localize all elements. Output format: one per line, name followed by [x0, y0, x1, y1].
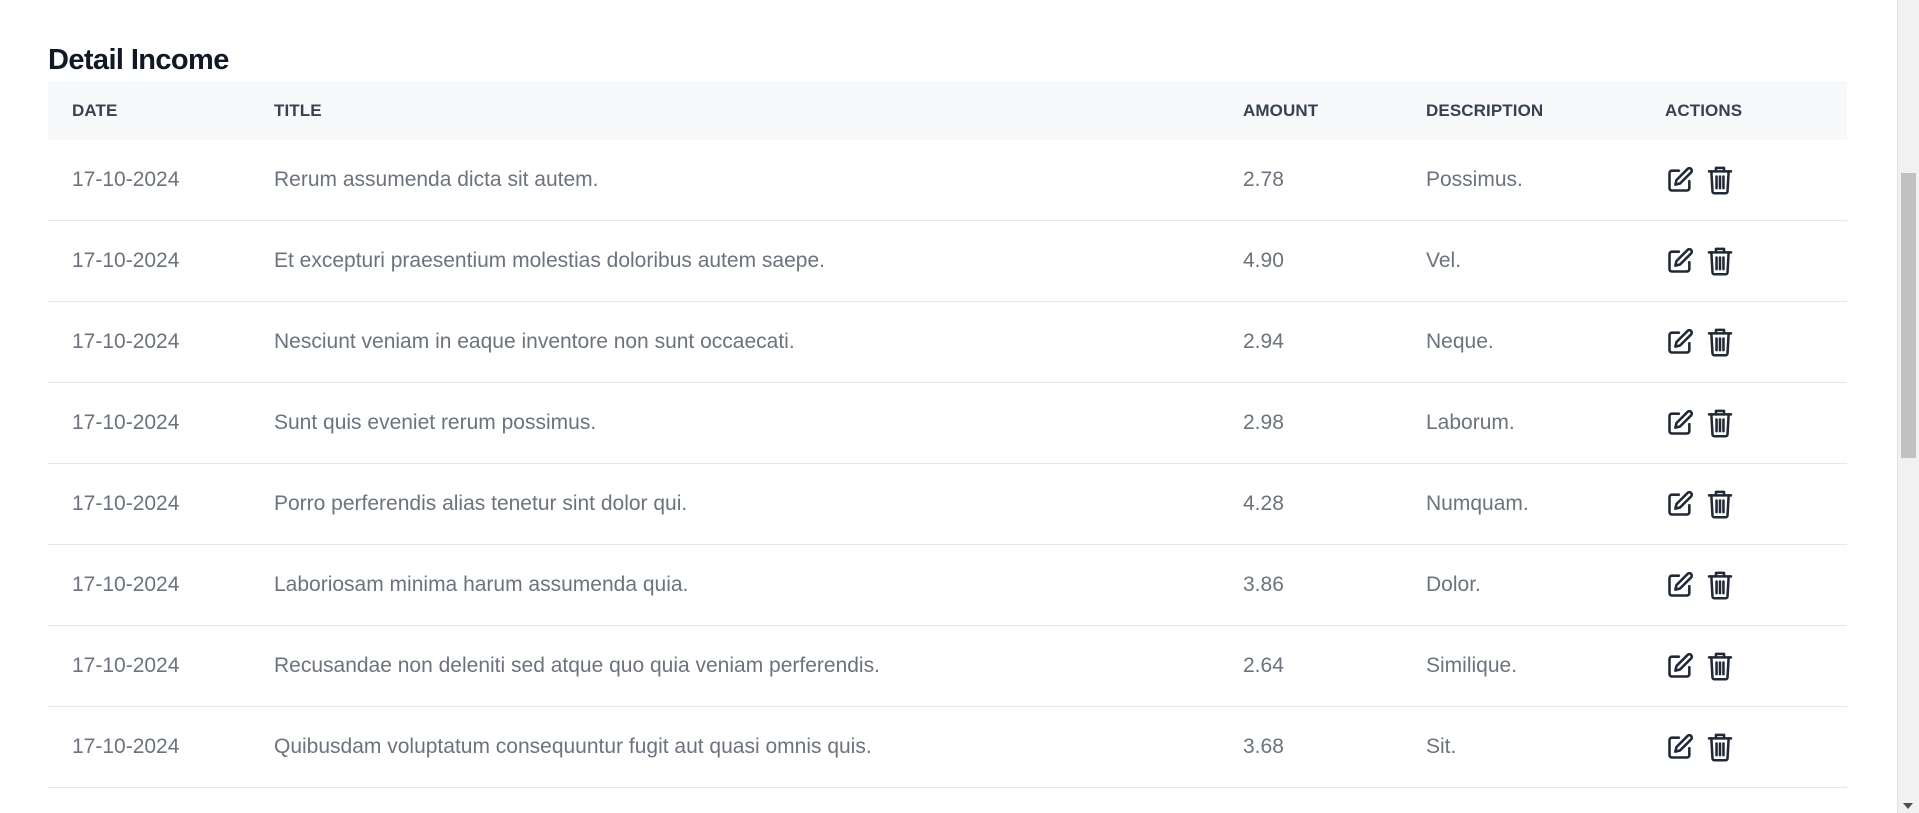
trash-icon[interactable]	[1705, 165, 1735, 195]
column-header-amount: AMOUNT	[1243, 100, 1319, 120]
table-row: 17-10-2024 Porro perferendis alias tenet…	[48, 464, 1847, 545]
table-header: DATE TITLE AMOUNT DESCRIPTION ACTIONS	[48, 81, 1847, 140]
row-actions	[1665, 570, 1847, 600]
row-actions	[1665, 651, 1847, 681]
cell-amount: 3.68	[1243, 735, 1284, 758]
edit-icon[interactable]	[1665, 165, 1695, 195]
vertical-scrollbar[interactable]	[1897, 0, 1919, 813]
edit-icon[interactable]	[1665, 570, 1695, 600]
cell-amount: 2.98	[1243, 411, 1284, 434]
cell-date: 17-10-2024	[72, 573, 180, 596]
cell-description: Numquam.	[1426, 492, 1529, 515]
cell-actions	[1665, 408, 1847, 438]
column-header-date: DATE	[72, 100, 118, 120]
edit-icon[interactable]	[1665, 327, 1695, 357]
cell-amount: 2.94	[1243, 330, 1284, 353]
main-content: Detail Income DATE TITLE AMOUNT DESCRIPT…	[0, 0, 1897, 813]
table-row: 17-10-2024 Quibusdam voluptatum consequu…	[48, 707, 1847, 788]
cell-amount: 4.90	[1243, 249, 1284, 272]
cell-description: Vel.	[1426, 249, 1462, 272]
cell-title: Porro perferendis alias tenetur sint dol…	[274, 492, 688, 515]
trash-icon[interactable]	[1705, 651, 1735, 681]
row-actions	[1665, 327, 1847, 357]
cell-actions	[1665, 651, 1847, 681]
trash-icon[interactable]	[1705, 327, 1735, 357]
cell-actions	[1665, 732, 1847, 762]
cell-description: Sit.	[1426, 735, 1457, 758]
cell-date: 17-10-2024	[72, 168, 180, 191]
cell-amount: 4.28	[1243, 492, 1284, 515]
page-title: Detail Income	[48, 44, 229, 76]
column-header-title: TITLE	[274, 100, 322, 120]
cell-amount: 3.86	[1243, 573, 1284, 596]
cell-title: Nesciunt veniam in eaque inventore non s…	[274, 330, 795, 353]
cell-date: 17-10-2024	[72, 249, 180, 272]
table-row: 17-10-2024 Et excepturi praesentium mole…	[48, 221, 1847, 302]
row-actions	[1665, 489, 1847, 519]
edit-icon[interactable]	[1665, 651, 1695, 681]
cell-actions	[1665, 489, 1847, 519]
table-row: 17-10-2024 Nesciunt veniam in eaque inve…	[48, 302, 1847, 383]
column-header-description: DESCRIPTION	[1426, 100, 1544, 120]
cell-description: Similique.	[1426, 654, 1518, 677]
cell-description: Laborum.	[1426, 411, 1515, 434]
cell-amount: 2.64	[1243, 654, 1284, 677]
table-row: 17-10-2024 Recusandae non deleniti sed a…	[48, 626, 1847, 707]
cell-title: Sunt quis eveniet rerum possimus.	[274, 411, 597, 434]
trash-icon[interactable]	[1705, 408, 1735, 438]
table-row: 17-10-2024 Laboriosam minima harum assum…	[48, 545, 1847, 626]
cell-description: Possimus.	[1426, 168, 1523, 191]
cell-actions	[1665, 246, 1847, 276]
cell-date: 17-10-2024	[72, 654, 180, 677]
cell-title: Recusandae non deleniti sed atque quo qu…	[274, 654, 880, 677]
edit-icon[interactable]	[1665, 732, 1695, 762]
cell-actions	[1665, 327, 1847, 357]
cell-description: Neque.	[1426, 330, 1494, 353]
table-row: 17-10-2024 Sunt quis eveniet rerum possi…	[48, 383, 1847, 464]
edit-icon[interactable]	[1665, 246, 1695, 276]
row-actions	[1665, 408, 1847, 438]
row-actions	[1665, 165, 1847, 195]
column-header-actions: ACTIONS	[1665, 100, 1743, 120]
edit-icon[interactable]	[1665, 489, 1695, 519]
cell-title: Et excepturi praesentium molestias dolor…	[274, 249, 825, 272]
table-body: 17-10-2024 Rerum assumenda dicta sit aut…	[48, 140, 1847, 788]
cell-amount: 2.78	[1243, 168, 1284, 191]
cell-date: 17-10-2024	[72, 411, 180, 434]
cell-date: 17-10-2024	[72, 492, 180, 515]
cell-date: 17-10-2024	[72, 735, 180, 758]
cell-actions	[1665, 570, 1847, 600]
trash-icon[interactable]	[1705, 570, 1735, 600]
cell-date: 17-10-2024	[72, 330, 180, 353]
cell-actions	[1665, 165, 1847, 195]
scroll-down-arrow-icon[interactable]	[1903, 803, 1913, 809]
cell-title: Rerum assumenda dicta sit autem.	[274, 168, 599, 191]
row-actions	[1665, 732, 1847, 762]
viewport: Detail Income DATE TITLE AMOUNT DESCRIPT…	[0, 0, 1919, 813]
cell-title: Quibusdam voluptatum consequuntur fugit …	[274, 735, 872, 758]
table-row: 17-10-2024 Rerum assumenda dicta sit aut…	[48, 140, 1847, 221]
cell-description: Dolor.	[1426, 573, 1481, 596]
row-actions	[1665, 246, 1847, 276]
trash-icon[interactable]	[1705, 246, 1735, 276]
trash-icon[interactable]	[1705, 489, 1735, 519]
cell-title: Laboriosam minima harum assumenda quia.	[274, 573, 689, 596]
income-table: DATE TITLE AMOUNT DESCRIPTION ACTIONS 17…	[48, 81, 1847, 788]
scrollbar-thumb[interactable]	[1901, 173, 1916, 458]
edit-icon[interactable]	[1665, 408, 1695, 438]
trash-icon[interactable]	[1705, 732, 1735, 762]
